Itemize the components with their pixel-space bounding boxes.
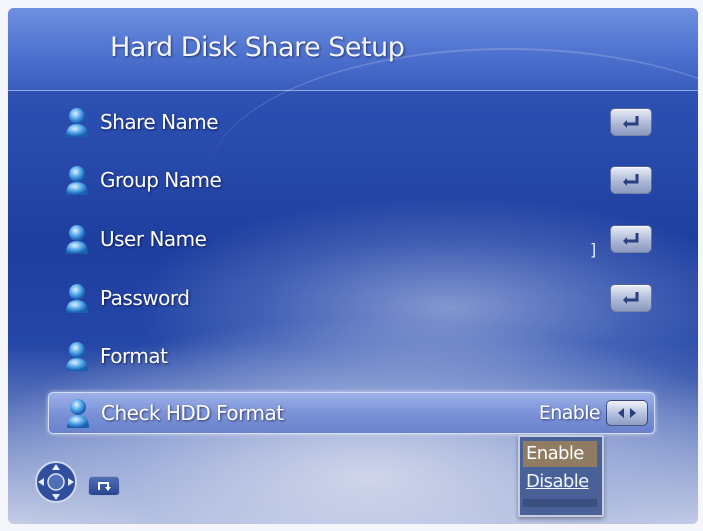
menu-item-label: Password <box>100 286 190 310</box>
menu-item-group-name[interactable]: Group Name <box>48 158 652 204</box>
menu-item-label: User Name <box>100 227 207 251</box>
dropdown-option-enable[interactable]: Enable <box>523 441 597 467</box>
menu-item-user-name[interactable]: User Name <box>48 217 652 263</box>
person-icon <box>66 166 88 195</box>
enter-icon[interactable] <box>610 108 652 136</box>
person-icon <box>66 108 88 137</box>
menu-item-share-name[interactable]: Share Name <box>48 100 652 146</box>
menu-item-label: Check HDD Format <box>101 401 284 425</box>
page-title: Hard Disk Share Setup <box>110 32 405 63</box>
left-right-icon[interactable] <box>606 400 648 426</box>
menu-item-check-hdd-format[interactable]: Check HDD Format Enable <box>48 392 655 434</box>
value-dropdown[interactable]: Enable Disable <box>518 435 604 517</box>
enter-icon[interactable] <box>610 284 652 312</box>
menu-item-label: Format <box>100 344 168 368</box>
enter-icon[interactable] <box>610 225 652 253</box>
dropdown-footer-bar <box>523 499 597 507</box>
menu-item-password[interactable]: Password <box>48 276 652 322</box>
person-icon <box>66 342 88 371</box>
dpad-icon <box>35 461 77 503</box>
title-bar: Hard Disk Share Setup <box>8 8 698 91</box>
text-cursor: ] <box>590 240 597 259</box>
menu-item-label: Group Name <box>100 168 222 192</box>
person-icon <box>67 399 89 428</box>
tv-screen: Hard Disk Share Setup Share Name Group N… <box>8 8 698 524</box>
person-icon <box>66 284 88 313</box>
menu-item-label: Share Name <box>100 110 219 134</box>
menu-item-format[interactable]: Format <box>48 334 648 380</box>
current-value: Enable <box>538 402 601 424</box>
enter-icon[interactable] <box>610 166 652 194</box>
dropdown-option-disable[interactable]: Disable <box>523 469 597 495</box>
person-icon <box>66 225 88 254</box>
return-icon[interactable] <box>88 476 120 496</box>
